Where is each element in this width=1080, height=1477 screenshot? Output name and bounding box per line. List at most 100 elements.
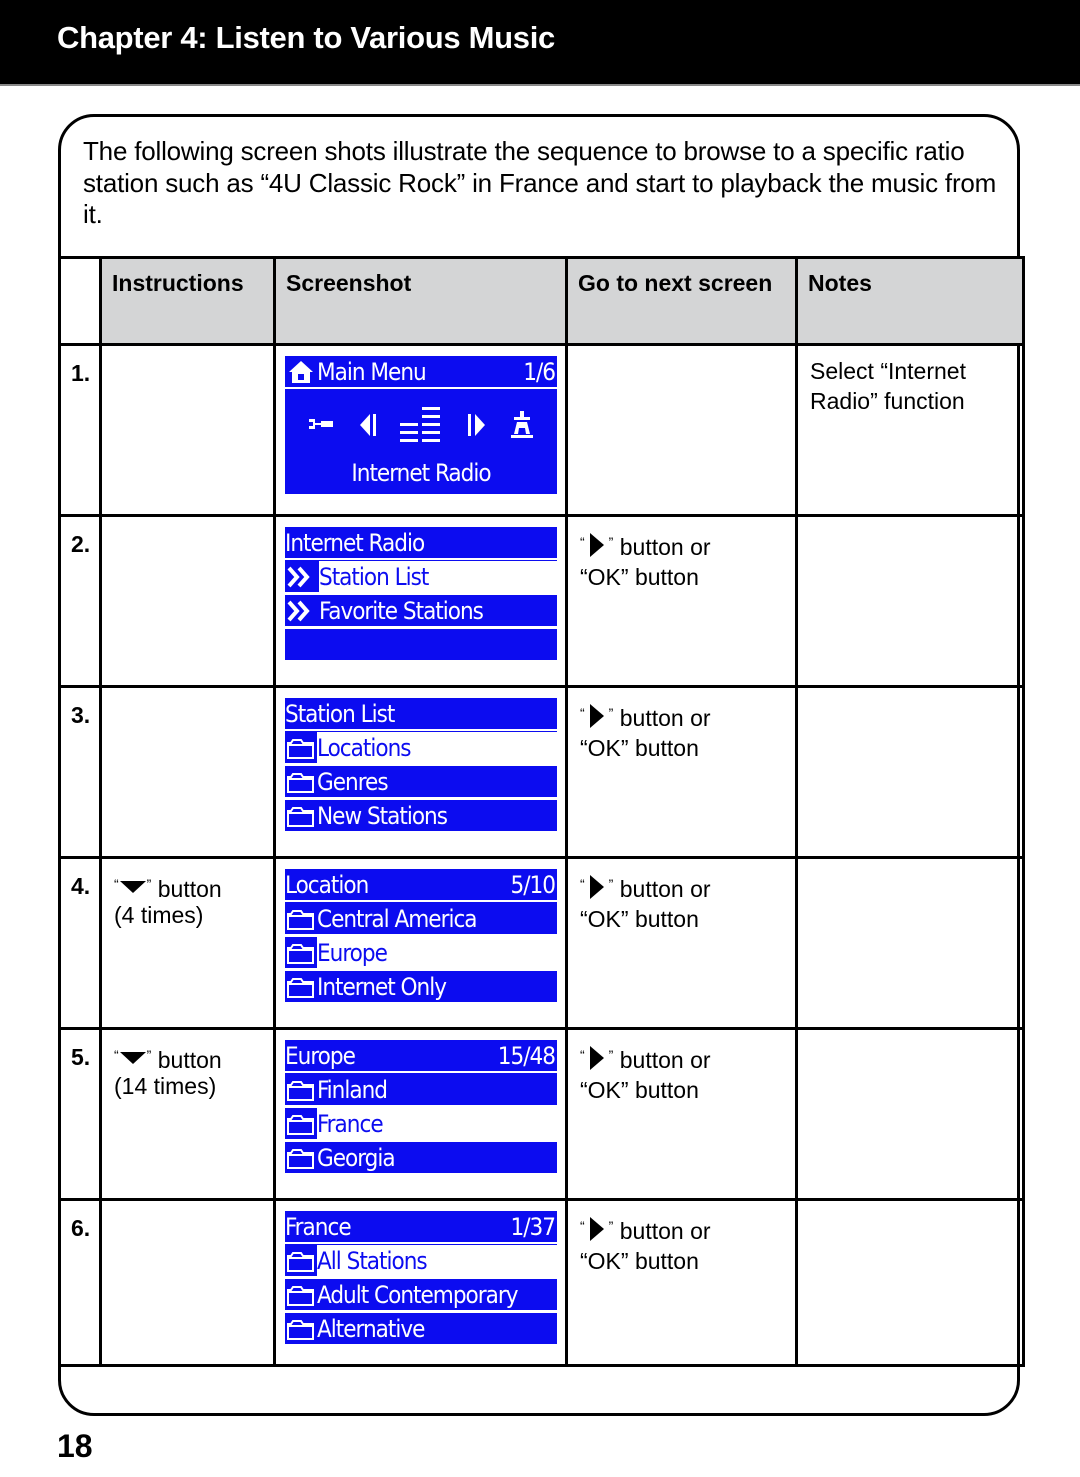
step-number: 5.	[58, 1027, 102, 1201]
next-screen-cell: “” button or “OK” button	[565, 685, 798, 859]
lcd-item-label: New Stations	[317, 801, 448, 830]
lcd-item-label: Favorite Stations	[319, 596, 484, 625]
lcd-title-bar: Main Menu 1/6	[285, 356, 557, 389]
lcd-list-item-selected[interactable]: Locations	[285, 732, 557, 763]
lcd-item-label: Europe	[317, 937, 557, 968]
down-arrow-icon	[119, 881, 146, 893]
lcd-list-item[interactable]: Internet Only	[285, 971, 557, 1002]
table-row: 2. Internet Radio Station List Favorite …	[58, 514, 1025, 688]
right-arrow-icon	[589, 704, 604, 728]
instruction-cell	[99, 685, 276, 859]
lcd-title-bar: Internet Radio	[285, 527, 557, 560]
lcd-item-label: Locations	[317, 732, 557, 763]
lcd-list-item[interactable]: Adult Contemporary	[285, 1279, 557, 1310]
lcd-item-label: Genres	[317, 767, 389, 796]
lcd-item-label: Station List	[319, 561, 557, 592]
lcd-title: Europe	[285, 1041, 356, 1070]
next-screen-cell: “” button or “OK” button	[565, 514, 798, 688]
instruction-cell	[99, 343, 276, 517]
equalizer-icon	[399, 405, 446, 445]
lcd-count: 5/10	[510, 870, 556, 899]
lcd-list-item[interactable]: Alternative	[285, 1313, 557, 1344]
folder-icon	[287, 1251, 314, 1272]
chapter-title: Chapter 4: Listen to Various Music	[57, 20, 555, 55]
lcd-list-item[interactable]: Favorite Stations	[285, 595, 557, 626]
next-line-1: “” button or	[580, 1217, 711, 1244]
notes-cell	[795, 1027, 1025, 1201]
folder-icon	[287, 772, 314, 793]
next-line-2: “OK” button	[580, 1077, 699, 1103]
lcd-title-bar: Location 5/10	[285, 869, 557, 902]
folder-icon	[287, 1319, 314, 1340]
column-header-screenshot: Screenshot	[273, 256, 568, 346]
lcd-screen: Main Menu 1/6 Internet Radio	[285, 356, 557, 494]
next-screen-cell: “” button or “OK” button	[565, 856, 798, 1030]
lcd-list-item[interactable]: New Stations	[285, 800, 557, 831]
table-row: 5. “” button (14 times) Europe 15/48 Finla…	[58, 1027, 1025, 1201]
lcd-list-item[interactable]: Georgia	[285, 1142, 557, 1173]
instruction-cell	[99, 1198, 276, 1367]
lcd-selected-label: Internet Radio	[351, 459, 491, 487]
step-number: 1.	[58, 343, 102, 517]
next-line-2: “OK” button	[580, 564, 699, 590]
lcd-screen: Station List Locations Genres New Statio…	[285, 698, 557, 836]
lcd-icon-carousel	[285, 402, 557, 448]
lcd-item-label: Internet Only	[317, 972, 447, 1001]
lcd-item-label: All Stations	[317, 1245, 557, 1276]
next-text: button or	[619, 1047, 711, 1073]
lcd-list-item-selected[interactable]: All Stations	[285, 1245, 557, 1276]
instruction-text: button	[157, 876, 222, 902]
next-line-1: “” button or	[580, 704, 711, 731]
instruction-line: “” button	[114, 1047, 222, 1073]
chapter-header-bar: Chapter 4: Listen to Various Music	[0, 0, 1080, 86]
folder-icon	[287, 977, 314, 998]
column-header-number	[58, 256, 102, 346]
double-chevron-icon	[287, 600, 317, 622]
right-arrow-icon	[589, 875, 604, 899]
next-screen-cell: “” button or “OK” button	[565, 1198, 798, 1367]
folder-icon	[287, 1285, 314, 1306]
lcd-list-item-selected[interactable]: Europe	[285, 937, 557, 968]
steps-table: Instructions Screenshot Go to next scree…	[58, 256, 1025, 1367]
lcd-list-item[interactable]: Finland	[285, 1074, 557, 1105]
next-text: button or	[619, 876, 711, 902]
lcd-item-label: Alternative	[317, 1314, 425, 1343]
notes-cell: Select “Internet Radio” function	[795, 343, 1025, 517]
instruction-text: button	[157, 1047, 222, 1073]
step-number: 3.	[58, 685, 102, 859]
lcd-list-item-selected[interactable]: France	[285, 1108, 557, 1139]
prev-icon	[358, 412, 380, 438]
instruction-cell	[99, 514, 276, 688]
lcd-list-item-selected[interactable]: Station List	[285, 561, 557, 592]
screenshot-cell: Main Menu 1/6 Internet Radio	[273, 343, 568, 517]
screenshot-cell: Europe 15/48 Finland France Georgia	[273, 1027, 568, 1201]
lcd-screen: Europe 15/48 Finland France Georgia	[285, 1040, 557, 1178]
lcd-item-label: Georgia	[317, 1143, 396, 1172]
step-number: 4.	[58, 856, 102, 1030]
lcd-screen: France 1/37 All Stations Adult Contempor…	[285, 1211, 557, 1349]
notes-cell	[795, 856, 1025, 1030]
screenshot-cell: Location 5/10 Central America Europe Int…	[273, 856, 568, 1030]
lcd-item-label: France	[317, 1108, 557, 1139]
table-row: 6. France 1/37 All Stations Adult Contem…	[58, 1198, 1025, 1367]
instruction-times: (14 times)	[114, 1073, 217, 1099]
lcd-title: Station List	[285, 699, 395, 728]
lcd-list-item[interactable]: Central America	[285, 903, 557, 934]
next-line-1: “” button or	[580, 533, 711, 560]
down-arrow-icon	[119, 1052, 146, 1064]
lcd-title-bar: Europe 15/48	[285, 1040, 557, 1073]
instruction-cell: “” button (14 times)	[99, 1027, 276, 1201]
folder-icon	[287, 1080, 314, 1101]
lcd-list-item[interactable]: Genres	[285, 766, 557, 797]
next-screen-cell: “” button or “OK” button	[565, 1027, 798, 1201]
lcd-title: Main Menu	[317, 357, 427, 386]
next-text: button or	[619, 534, 711, 560]
lcd-list-item[interactable]	[285, 629, 557, 660]
folder-icon	[287, 1114, 314, 1135]
column-header-next-screen: Go to next screen	[565, 256, 798, 346]
instruction-times: (4 times)	[114, 902, 204, 928]
lcd-item-label: Finland	[317, 1075, 388, 1104]
instruction-cell: “” button (4 times)	[99, 856, 276, 1030]
next-line-1: “” button or	[580, 875, 711, 902]
folder-icon	[287, 943, 314, 964]
